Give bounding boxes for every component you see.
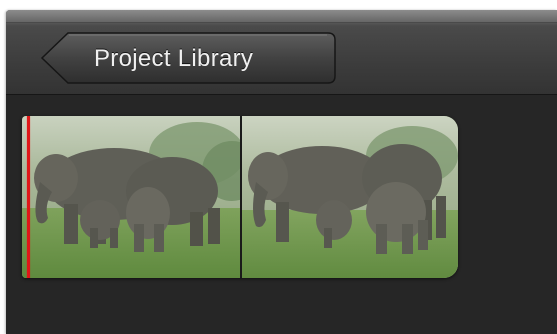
back-button-label: Project Library	[94, 45, 254, 72]
elephants-thumbnail-frame	[242, 116, 458, 278]
playhead-marker[interactable]	[27, 116, 30, 278]
toolbar-top-edge	[6, 10, 557, 23]
imovie-window: Project Library	[6, 10, 557, 334]
project-browser	[6, 95, 557, 334]
elephants-thumbnail-frame	[22, 116, 240, 278]
toolbar: Project Library	[6, 10, 557, 95]
project-library-back-button[interactable]: Project Library	[40, 32, 336, 84]
video-clip-filmstrip[interactable]	[22, 116, 458, 278]
